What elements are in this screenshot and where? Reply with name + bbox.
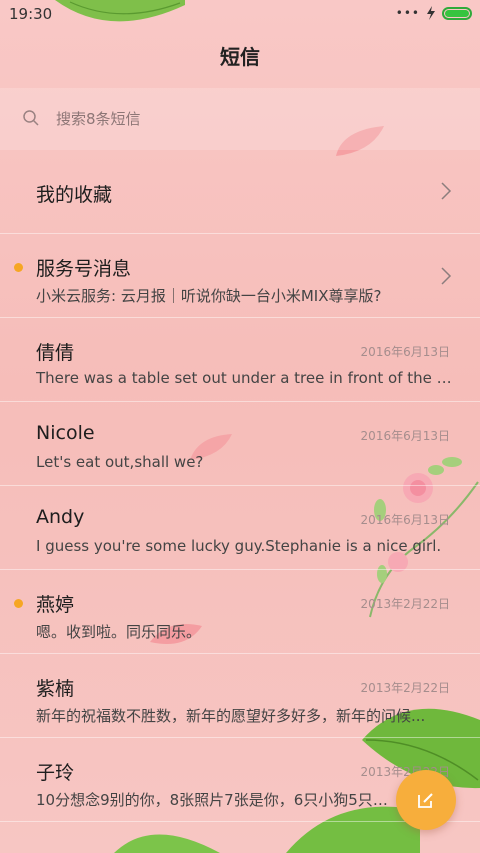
battery-icon <box>442 6 472 20</box>
contact-name: 燕婷 <box>36 594 75 616</box>
compose-button[interactable] <box>396 770 456 830</box>
contact-name: 倩倩 <box>36 342 75 364</box>
search-icon <box>23 110 39 126</box>
conversation-row[interactable]: Andy 2016年6月13日 I guess you're some luck… <box>0 486 480 570</box>
status-time: 19:30 <box>9 5 53 23</box>
message-date: 2016年6月13日 <box>360 429 450 443</box>
conversation-row[interactable]: 紫楠 2013年2月22日 新年的祝福数不胜数，新年的愿望好多好多，新年的问候.… <box>0 654 480 738</box>
message-list: 我的收藏 服务号消息 小米云服务: 云月报｜听说你缺一台小米MIX尊享版? 倩倩… <box>0 150 480 822</box>
chevron-right-icon <box>441 182 452 200</box>
charge-icon <box>427 6 435 20</box>
contact-name: Andy <box>36 506 85 528</box>
compose-icon <box>418 793 433 808</box>
message-date: 2013年2月22日 <box>360 681 450 695</box>
contact-name: Nicole <box>36 422 95 444</box>
message-preview: 10分想念9别的你，8张照片7张是你，6只小狗5只像你... <box>36 791 396 809</box>
signal-icon: ••• <box>395 6 420 20</box>
status-bar: 19:30 ••• <box>0 0 480 28</box>
battery-fill <box>445 9 469 17</box>
message-preview: There was a table set out under a tree i… <box>36 369 456 387</box>
message-preview: 新年的祝福数不胜数，新年的愿望好多好多，新年的问候... <box>36 707 426 725</box>
leaf-decoration-bottom <box>114 834 220 853</box>
unread-dot <box>14 263 23 272</box>
search-bar[interactable] <box>0 88 480 150</box>
message-date: 2016年6月13日 <box>360 513 450 527</box>
message-preview: 嗯。收到啦。同乐同乐。 <box>36 623 202 641</box>
message-date: 2013年2月22日 <box>360 597 450 611</box>
message-preview: Let's eat out,shall we? <box>36 453 204 471</box>
favorites-row[interactable]: 我的收藏 <box>0 150 480 234</box>
status-icons: ••• <box>396 6 472 20</box>
chevron-right-icon <box>441 267 452 285</box>
contact-name: 紫楠 <box>36 678 75 700</box>
service-preview: 小米云服务: 云月报｜听说你缺一台小米MIX尊享版? <box>36 287 382 305</box>
favorites-label: 我的收藏 <box>36 184 113 206</box>
title-bar: 短信 <box>0 28 480 86</box>
search-input[interactable] <box>56 108 436 130</box>
contact-name: 子玲 <box>36 762 75 784</box>
conversation-row[interactable]: 倩倩 2016年6月13日 There was a table set out … <box>0 318 480 402</box>
service-messages-row[interactable]: 服务号消息 小米云服务: 云月报｜听说你缺一台小米MIX尊享版? <box>0 234 480 318</box>
conversation-row[interactable]: 燕婷 2013年2月22日 嗯。收到啦。同乐同乐。 <box>0 570 480 654</box>
message-preview: I guess you're some lucky guy.Stephanie … <box>36 537 442 555</box>
message-date: 2016年6月13日 <box>360 345 450 359</box>
service-title: 服务号消息 <box>36 258 132 280</box>
conversation-row[interactable]: Nicole 2016年6月13日 Let's eat out,shall we… <box>0 402 480 486</box>
page-title: 短信 <box>220 45 260 69</box>
unread-dot <box>14 599 23 608</box>
